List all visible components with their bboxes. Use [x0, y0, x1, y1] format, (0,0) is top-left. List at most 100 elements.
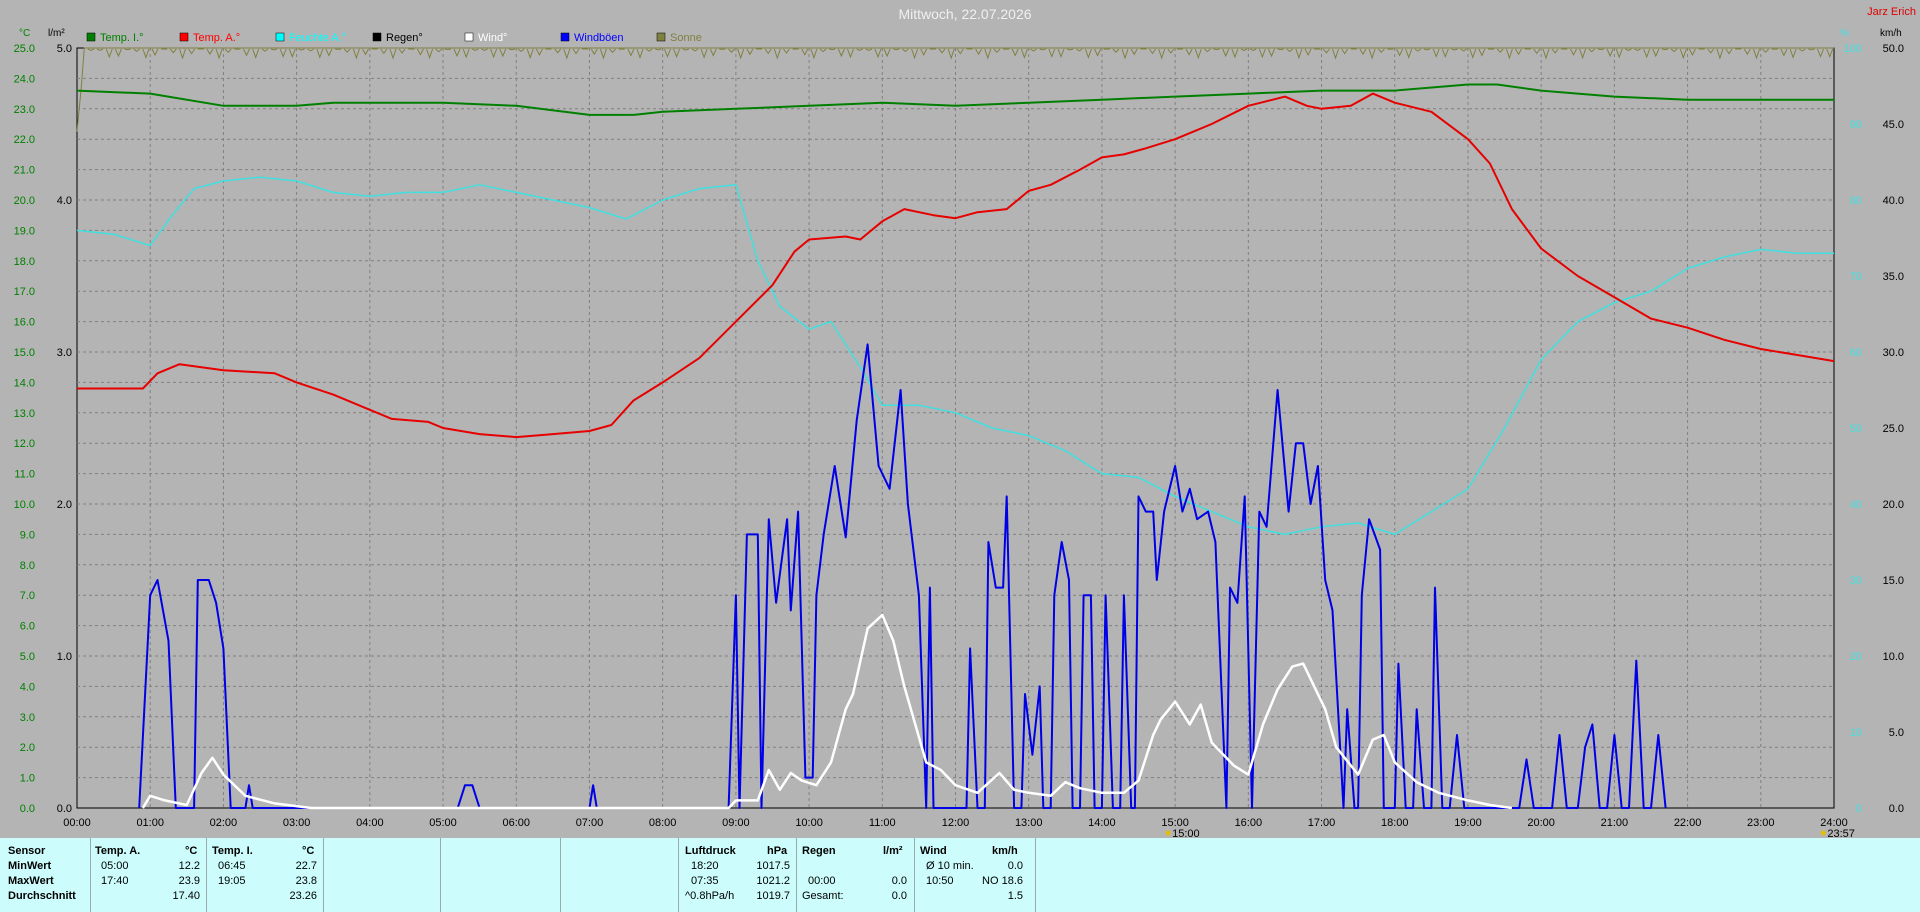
- wind-tick-label: 10.0: [1883, 651, 1904, 663]
- temp-tick-label: 21.0: [14, 165, 35, 177]
- chart-axes: 25.0 24.0 23.0 22.0 21.0 20.0 19.0 18.0 17.0 16.0…: [14, 43, 1904, 838]
- temp-tick-label: 5.0: [20, 651, 35, 663]
- temp-tick-label: 7.0: [20, 590, 35, 602]
- wind-tick-label: 5.0: [1889, 727, 1904, 739]
- time-tick-label: 20:00: [1527, 817, 1555, 829]
- wind-title: Wind: [920, 845, 947, 857]
- time-tick-label: 09:00: [722, 817, 750, 829]
- legend-label: Temp. I.°: [100, 32, 144, 44]
- pressure-trend: ^0.8hPa/h: [685, 890, 735, 902]
- time-tick-label: 02:00: [210, 817, 238, 829]
- temp-tick-label: 14.0: [14, 377, 35, 389]
- legend-swatch: [179, 32, 189, 42]
- row-label-max: MaxWert: [8, 875, 54, 887]
- wind-max-time: 10:50: [926, 875, 954, 887]
- legend-label: Temp. A.°: [193, 32, 240, 44]
- temp-tick-label: 8.0: [20, 560, 35, 572]
- stats-divider: [560, 838, 561, 912]
- temp-tick-label: 16.0: [14, 317, 35, 329]
- temp-a-avg-value: 17.40: [172, 890, 200, 902]
- stats-divider: [1035, 838, 1036, 912]
- wind-tick-label: 25.0: [1883, 423, 1904, 435]
- wind-tick-label: 15.0: [1883, 575, 1904, 587]
- stats-divider: [206, 838, 207, 912]
- pressure-min-time: 18:20: [691, 860, 719, 872]
- temp-tick-label: 10.0: [14, 499, 35, 511]
- time-tick-label: 17:00: [1308, 817, 1336, 829]
- legend-swatch: [275, 32, 285, 42]
- temp-tick-label: 20.0: [14, 195, 35, 207]
- legend-swatch: [656, 32, 666, 42]
- legend-item: Feuchte A.°: [275, 32, 346, 44]
- pct-tick-label: 40: [1850, 499, 1862, 511]
- wind-tick-label: 50.0: [1883, 43, 1904, 55]
- rain-unit: l/m²: [883, 845, 903, 857]
- temp-tick-label: 23.0: [14, 104, 35, 116]
- stats-divider: [440, 838, 441, 912]
- wind-tick-label: 35.0: [1883, 271, 1904, 283]
- time-tick-label: 01:00: [136, 817, 164, 829]
- rain-unit-label: l/m²: [48, 28, 65, 39]
- legend-swatch: [372, 32, 382, 42]
- rain-tick-label: 1.0: [57, 651, 72, 663]
- legend-item: Sonne: [656, 32, 702, 44]
- rain-tick-label: 2.0: [57, 499, 72, 511]
- time-tick-label: 13:00: [1015, 817, 1043, 829]
- time-tick-label: 07:00: [576, 817, 604, 829]
- legend-swatch: [86, 32, 96, 42]
- time-tick-label: 00:00: [63, 817, 91, 829]
- temp-a-min-time: 05:00: [101, 860, 129, 872]
- temp-unit-label: °C: [19, 28, 30, 39]
- rain-title: Regen: [802, 845, 836, 857]
- pct-tick-label: 30: [1850, 575, 1862, 587]
- chart-title: Mittwoch, 22.07.2026: [898, 6, 1031, 22]
- rain-total-label: Gesamt:: [802, 890, 844, 902]
- temp-tick-label: 9.0: [20, 529, 35, 541]
- temp-i-avg-value: 23.26: [289, 890, 317, 902]
- temp-a-min-value: 12.2: [178, 860, 200, 872]
- wind-unit-label: km/h: [1880, 28, 1902, 39]
- time-tick-label: 03:00: [283, 817, 311, 829]
- time-marker-dot: [1820, 830, 1826, 836]
- time-tick-label: 14:00: [1088, 817, 1116, 829]
- legend-item: Wind°: [464, 32, 507, 44]
- pressure-unit: hPa: [767, 845, 788, 857]
- time-tick-label: 19:00: [1454, 817, 1482, 829]
- stats-divider: [90, 838, 91, 912]
- time-tick-label: 22:00: [1674, 817, 1702, 829]
- sun-series-trace: [87, 48, 1834, 60]
- author-label: Jarz Erich: [1867, 6, 1916, 18]
- stats-divider: [678, 838, 679, 912]
- temp-tick-label: 3.0: [20, 712, 35, 724]
- temp-i-unit: °C: [302, 845, 315, 857]
- chart-legend: Temp. I.° Temp. A.° Feuchte A.° Regen° Wind°…: [86, 32, 702, 44]
- temp-i-min-time: 06:45: [218, 860, 246, 872]
- pct-tick-label: 0: [1856, 803, 1862, 815]
- legend-label: Feuchte A.°: [289, 32, 346, 44]
- wind-avg-value: 1.5: [1007, 890, 1023, 902]
- wind-tick-label: 45.0: [1883, 119, 1904, 131]
- temp-tick-label: 15.0: [14, 347, 35, 359]
- time-tick-label: 10:00: [795, 817, 823, 829]
- pct-tick-label: 60: [1850, 347, 1862, 359]
- pct-tick-label: 100: [1844, 43, 1862, 55]
- row-label-min: MinWert: [8, 860, 52, 872]
- time-marker-label: 23:57: [1827, 828, 1855, 838]
- rain-max-time: 00:00: [808, 875, 836, 887]
- temp-tick-label: 4.0: [20, 681, 35, 693]
- wind-tick-label: 30.0: [1883, 347, 1904, 359]
- temp-i-title: Temp. I.: [212, 845, 253, 857]
- pct-tick-label: 50: [1850, 423, 1862, 435]
- rain-tick-label: 4.0: [57, 195, 72, 207]
- pct-tick-label: 80: [1850, 195, 1862, 207]
- temp-a-max-value: 23.9: [178, 875, 200, 887]
- wind-tick-label: 0.0: [1889, 803, 1904, 815]
- time-tick-label: 18:00: [1381, 817, 1409, 829]
- time-tick-label: 12:00: [942, 817, 970, 829]
- temp-tick-label: 12.0: [14, 438, 35, 450]
- temp-i-min-value: 22.7: [295, 860, 317, 872]
- pressure-avg-value: 1019.7: [756, 890, 790, 902]
- wind-series-line: [141, 613, 1513, 810]
- temp-tick-label: 11.0: [14, 469, 35, 481]
- legend-label: Regen°: [386, 32, 423, 44]
